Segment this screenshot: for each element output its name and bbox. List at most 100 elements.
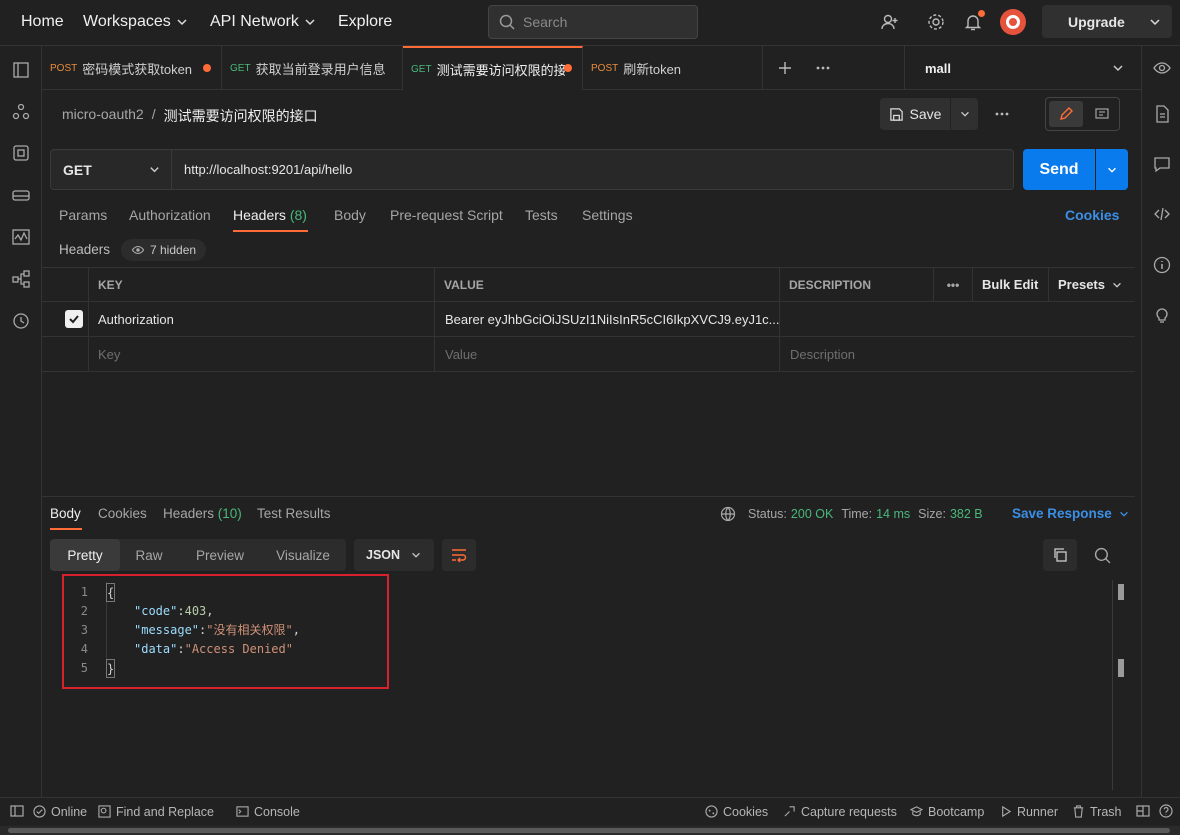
info-icon[interactable] <box>1152 255 1172 275</box>
two-pane-view-icon[interactable] <box>1136 804 1150 818</box>
more-tabs-icon[interactable] <box>815 60 831 76</box>
tab-settings[interactable]: Settings <box>582 207 633 223</box>
header-key-cell[interactable]: Authorization <box>89 302 435 336</box>
response-tab-test-results[interactable]: Test Results <box>257 506 331 521</box>
capture-requests-button[interactable]: Capture requests <box>783 798 897 825</box>
save-response-button[interactable]: Save Response <box>1012 506 1130 521</box>
send-dropdown-button[interactable] <box>1096 149 1128 190</box>
copy-response-button[interactable] <box>1043 539 1077 571</box>
nav-api-network[interactable]: API Network <box>210 0 317 44</box>
more-options-icon[interactable] <box>994 106 1010 122</box>
tab-authorization[interactable]: Authorization <box>129 207 211 223</box>
comments-icon[interactable] <box>1152 154 1172 174</box>
search-input[interactable]: Search <box>488 5 698 39</box>
code-icon[interactable] <box>1152 204 1172 224</box>
tab-body[interactable]: Body <box>334 207 366 223</box>
url-input[interactable]: http://localhost:9201/api/hello <box>172 149 1014 190</box>
horizontal-scrollbar-thumb[interactable] <box>8 828 1170 833</box>
nav-explore[interactable]: Explore <box>338 0 392 44</box>
response-tab-cookies[interactable]: Cookies <box>98 506 147 521</box>
new-key-input[interactable]: Key <box>89 337 435 371</box>
row-checkbox[interactable] <box>65 310 83 328</box>
header-description-cell[interactable] <box>780 302 1135 336</box>
response-tab-body[interactable]: Body <box>50 506 81 521</box>
nav-workspaces[interactable]: Workspaces <box>83 0 189 44</box>
online-status[interactable]: Online <box>33 798 87 825</box>
request-tab-active[interactable]: GET 测试需要访问权限的接口 <box>403 46 583 90</box>
collections-icon[interactable] <box>11 60 31 80</box>
mock-servers-icon[interactable] <box>11 185 31 205</box>
request-tab[interactable]: POST 密码模式获取token <box>42 46 222 90</box>
view-preview[interactable]: Preview <box>182 539 258 571</box>
lightbulb-icon[interactable] <box>1152 305 1172 325</box>
settings-gear-icon[interactable] <box>926 12 946 32</box>
cookies-link[interactable]: Cookies <box>1065 207 1119 223</box>
comment-mode-button[interactable] <box>1086 101 1118 127</box>
environment-select[interactable]: mall <box>904 46 1139 90</box>
tab-method: POST <box>50 62 78 74</box>
presets-button[interactable]: Presets <box>1049 268 1135 301</box>
bulk-edit-button[interactable]: Bulk Edit <box>973 268 1049 301</box>
eye-icon <box>131 245 145 255</box>
http-method-select[interactable]: GET <box>50 149 172 190</box>
view-visualize[interactable]: Visualize <box>264 539 342 571</box>
runner-button[interactable]: Runner <box>999 798 1058 825</box>
toggle-sidebar-icon[interactable] <box>10 804 24 818</box>
history-icon[interactable] <box>11 311 31 331</box>
save-button[interactable]: Save <box>880 98 950 130</box>
tab-label: 刷新token <box>623 61 682 77</box>
eye-icon[interactable] <box>1152 58 1172 78</box>
breadcrumb-request[interactable]: 测试需要访问权限的接口 <box>164 106 318 126</box>
request-tab[interactable]: GET 获取当前登录用户信息 <box>222 46 403 90</box>
header-value-cell[interactable]: Bearer eyJhbGciOiJSUzI1NiIsInR5cCI6IkpXV… <box>435 302 780 336</box>
view-pretty[interactable]: Pretty <box>50 539 120 571</box>
tab-headers[interactable]: Headers (8) <box>233 207 307 223</box>
new-value-input[interactable]: Value <box>435 337 780 371</box>
invite-user-icon[interactable] <box>880 12 900 32</box>
bootcamp-button[interactable]: Bootcamp <box>910 798 984 825</box>
view-raw[interactable]: Raw <box>120 539 178 571</box>
table-more-button[interactable]: ••• <box>934 268 973 301</box>
headers-table: KEY VALUE DESCRIPTION ••• Bulk Edit Pres… <box>42 267 1135 372</box>
status-value[interactable]: 200 OK <box>791 507 833 521</box>
editor-scrollbar-marker[interactable] <box>1118 584 1124 600</box>
flows-icon[interactable] <box>11 269 31 289</box>
response-tab-headers[interactable]: Headers (10) <box>163 506 242 521</box>
hidden-headers-toggle[interactable]: 7 hidden <box>121 239 207 261</box>
console-button[interactable]: Console <box>236 798 300 825</box>
bootcamp-label: Bootcamp <box>928 804 985 819</box>
row-checkbox-cell <box>42 302 89 336</box>
search-response-button[interactable] <box>1088 539 1116 571</box>
monitors-icon[interactable] <box>11 227 31 247</box>
request-tab[interactable]: POST 刷新token <box>583 46 763 90</box>
response-format-select[interactable]: JSON <box>354 539 434 571</box>
send-button[interactable]: Send <box>1023 149 1095 190</box>
unsaved-dot <box>564 64 572 72</box>
new-tab-plus-icon[interactable] <box>777 60 793 76</box>
environments-icon[interactable] <box>11 143 31 163</box>
globe-icon[interactable] <box>720 506 736 522</box>
nav-home[interactable]: Home <box>21 0 64 44</box>
tab-params[interactable]: Params <box>59 207 107 223</box>
avatar[interactable] <box>1000 9 1026 35</box>
tab-tests[interactable]: Tests <box>525 207 558 223</box>
response-divider[interactable] <box>42 496 1135 497</box>
trash-button[interactable]: Trash <box>1072 798 1122 825</box>
help-icon[interactable] <box>1159 804 1173 818</box>
size-value[interactable]: 382 B <box>950 507 983 521</box>
cookies-status-button[interactable]: Cookies <box>705 798 768 825</box>
notifications-button[interactable] <box>963 10 985 34</box>
wrap-lines-button[interactable] <box>442 539 476 571</box>
checkmark-icon <box>69 315 79 324</box>
find-replace-button[interactable]: Find and Replace <box>98 798 214 825</box>
tab-pre-request-script[interactable]: Pre-request Script <box>390 207 503 223</box>
edit-mode-button[interactable] <box>1049 101 1083 127</box>
documentation-icon[interactable] <box>1152 104 1172 124</box>
time-value[interactable]: 14 ms <box>876 507 910 521</box>
new-description-input[interactable]: Description <box>780 337 1135 371</box>
upgrade-button[interactable]: Upgrade <box>1042 5 1172 38</box>
editor-scrollbar-marker[interactable] <box>1118 659 1124 677</box>
save-dropdown-button[interactable] <box>951 98 978 130</box>
breadcrumb-collection[interactable]: micro-oauth2 <box>62 106 144 126</box>
apis-icon[interactable] <box>11 102 31 122</box>
